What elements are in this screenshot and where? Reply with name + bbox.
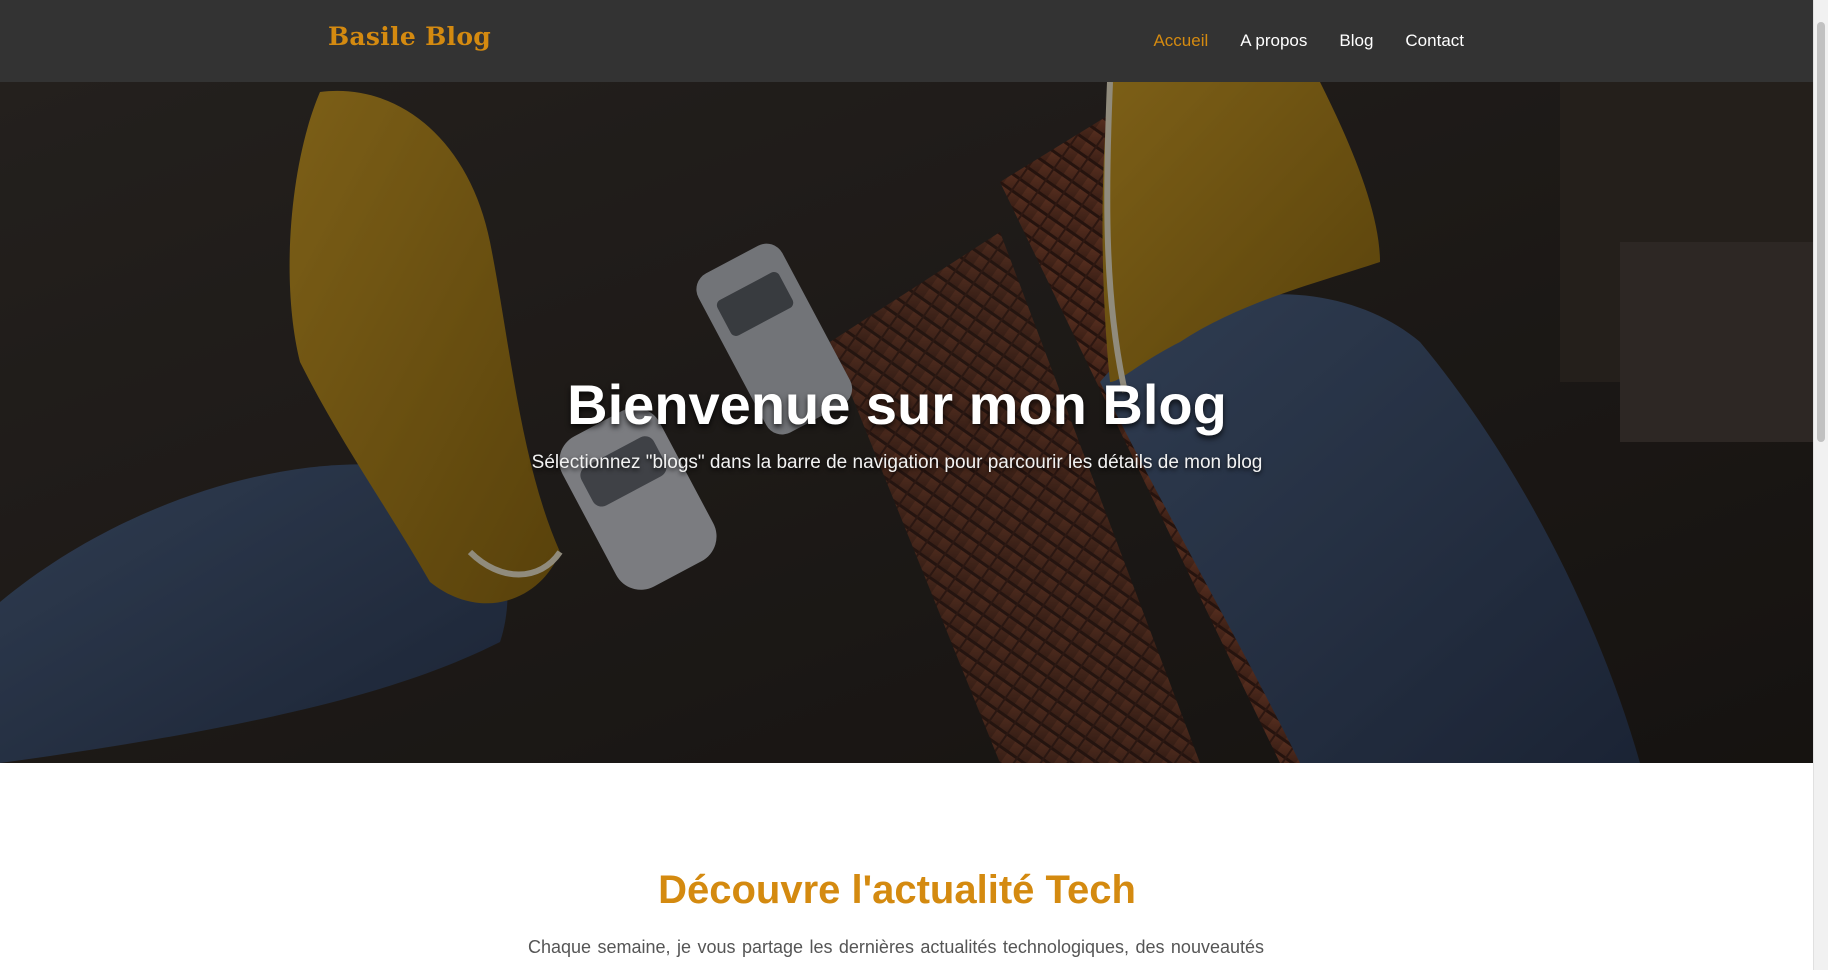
hero-banner: Bienvenue sur mon Blog Sélectionnez "blo…	[0, 82, 1814, 763]
vertical-scrollbar[interactable]	[1813, 0, 1828, 970]
scrollbar-thumb[interactable]	[1817, 22, 1825, 442]
section-title: Découvre l'actualité Tech	[658, 868, 1136, 913]
nav-menu: Accueil A propos Blog Contact	[1153, 0, 1464, 82]
navbar: Basile Blog Accueil A propos Blog Contac…	[0, 0, 1814, 82]
main-content: Découvre l'actualité Tech Chaque semaine…	[0, 763, 1814, 970]
brand-logo[interactable]: Basile Blog	[328, 22, 491, 51]
nav-link-contact[interactable]: Contact	[1405, 31, 1464, 51]
hero-subtitle: Sélectionnez "blogs" dans la barre de na…	[531, 452, 1263, 473]
nav-link-blog[interactable]: Blog	[1339, 31, 1373, 51]
nav-link-a-propos[interactable]: A propos	[1240, 31, 1307, 51]
page: Basile Blog Accueil A propos Blog Contac…	[0, 0, 1828, 970]
section-paragraph: Chaque semaine, je vous partage les dern…	[528, 937, 1264, 970]
nav-link-accueil[interactable]: Accueil	[1153, 31, 1208, 51]
hero-title: Bienvenue sur mon Blog	[567, 372, 1227, 436]
